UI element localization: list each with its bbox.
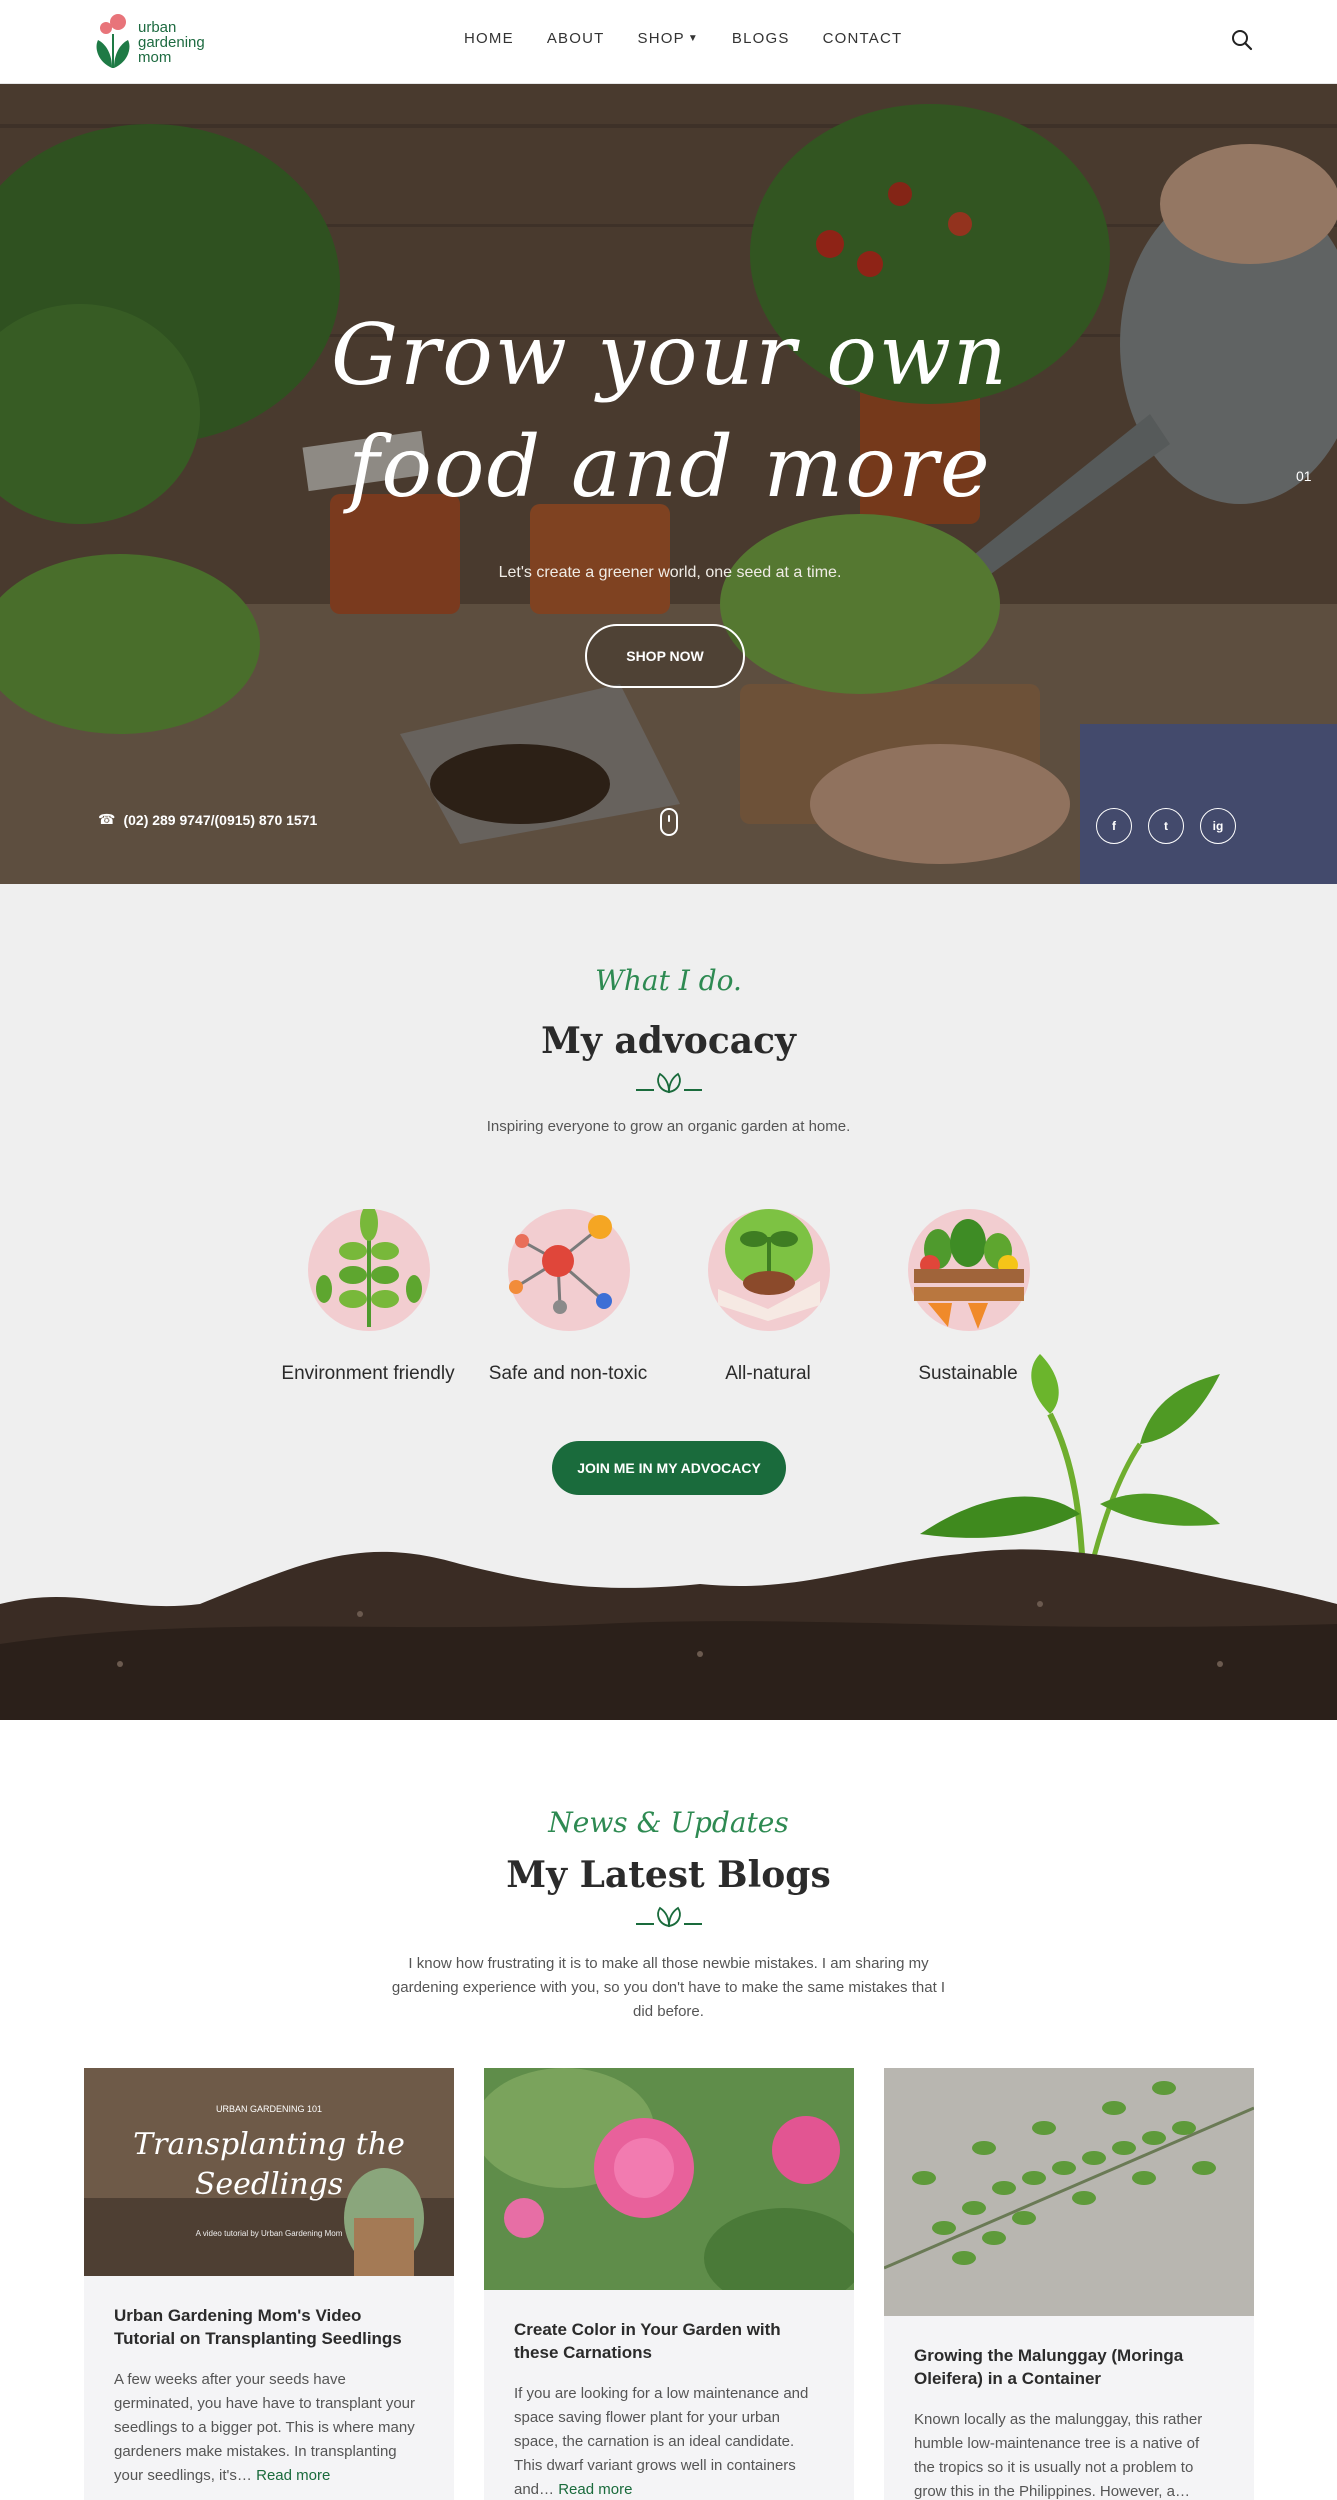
read-more-link[interactable]: Read more — [256, 2467, 330, 2484]
blogs-script-heading: News & Updates — [548, 1806, 789, 1839]
blog-excerpt: Known locally as the malunggay, this rat… — [914, 2408, 1224, 2500]
advocacy-label-safe: Safe and non-toxic — [488, 1363, 648, 1384]
phone-number: (02) 289 9747/(0915) 870 1571 — [123, 811, 318, 828]
leaf-divider-icon — [636, 1906, 702, 1928]
advocacy-section: What I do. My advocacy Inspiring everyon… — [0, 884, 1337, 1720]
slide-number[interactable]: 01 — [1296, 468, 1312, 484]
blog-image-seedlings[interactable]: URBAN GARDENING 101 Transplanting the Se… — [84, 2068, 454, 2276]
advocacy-lead: Inspiring everyone to grow an organic ga… — [486, 1118, 851, 1135]
shop-now-button[interactable]: SHOP NOW — [585, 624, 745, 688]
hero-title-line2: food and more — [348, 418, 992, 516]
logo-wordmark: urban gardening mom — [138, 19, 205, 66]
top-navbar: urban gardening mom HOME ABOUT SHOP ▼ BLO… — [0, 0, 1337, 84]
blog-image-caption: A video tutorial by Urban Gardening Mom — [196, 2229, 343, 2238]
blog-excerpt-text: Known locally as the malunggay, this rat… — [914, 2411, 1203, 2500]
blog-image-overline: URBAN GARDENING 101 — [216, 2104, 322, 2114]
blogs-lead: I know how frustrating it is to make all… — [391, 1955, 946, 2020]
leaf-divider-icon — [636, 1072, 702, 1094]
join-advocacy-button[interactable]: JOIN ME IN MY ADVOCACY — [552, 1441, 786, 1495]
nav-blogs[interactable]: BLOGS — [732, 30, 790, 47]
advocacy-script-heading: What I do. — [595, 964, 742, 997]
blog-excerpt: A few weeks after your seeds have germin… — [114, 2368, 424, 2488]
nav-about[interactable]: ABOUT — [547, 30, 605, 47]
blog-excerpt: If you are looking for a low maintenance… — [514, 2382, 824, 2500]
social-links: f t ig — [1096, 808, 1236, 844]
advocacy-title: My advocacy — [541, 1020, 796, 1062]
blog-title[interactable]: Create Color in Your Garden with these C… — [514, 2318, 824, 2364]
hero-title: Grow your own food and more — [330, 299, 1010, 523]
plant-icon — [308, 1205, 430, 1331]
advocacy-label-natural: All-natural — [725, 1363, 811, 1384]
blogs-title: My Latest Blogs — [506, 1854, 831, 1896]
twitter-icon[interactable]: t — [1148, 808, 1184, 844]
site-logo[interactable]: urban gardening mom — [92, 12, 222, 72]
nav-shop-label: SHOP — [637, 30, 685, 47]
main-menu: HOME ABOUT SHOP ▼ BLOGS CONTACT — [464, 30, 935, 47]
soil-image — [0, 1549, 1337, 1720]
phone-icon: ☎ — [98, 811, 116, 827]
nav-shop[interactable]: SHOP ▼ — [638, 30, 699, 47]
hero-title-line1: Grow your own — [331, 306, 1009, 404]
hero-subtitle: Let's create a greener world, one seed a… — [498, 564, 842, 581]
blog-card-carnations[interactable]: Create Color in Your Garden with these C… — [484, 2068, 854, 2500]
instagram-icon[interactable]: ig — [1200, 808, 1236, 844]
molecule-icon — [508, 1209, 630, 1331]
hero-slider: Grow your own food and more Let's create… — [0, 84, 1337, 884]
chevron-down-icon: ▼ — [687, 33, 699, 44]
facebook-icon[interactable]: f — [1096, 808, 1132, 844]
blog-title[interactable]: Growing the Malunggay (Moringa Oleifera)… — [914, 2344, 1224, 2390]
blog-image-title-line1: Transplanting the — [133, 2127, 405, 2162]
blog-image-title-line2: Seedlings — [195, 2167, 343, 2202]
tulip-logo-icon — [96, 14, 130, 68]
scroll-down-mouse-icon[interactable] — [660, 808, 678, 836]
nav-contact[interactable]: CONTACT — [823, 30, 903, 47]
nav-home[interactable]: HOME — [464, 30, 514, 47]
seedling-hand-icon — [708, 1209, 830, 1331]
blog-title[interactable]: Urban Gardening Mom's Video Tutorial on … — [114, 2304, 424, 2350]
read-more-link[interactable]: Read more — [558, 2481, 632, 2498]
contact-phone[interactable]: ☎ (02) 289 9747/(0915) 870 1571 — [98, 811, 317, 828]
search-icon[interactable] — [1230, 28, 1254, 52]
blog-card-transplanting[interactable]: URBAN GARDENING 101 Transplanting the Se… — [84, 2068, 454, 2500]
blog-image-carnations[interactable] — [484, 2068, 854, 2290]
vegetable-crate-icon — [908, 1209, 1030, 1331]
advocacy-label-environment: Environment friendly — [281, 1363, 455, 1384]
blog-card-malunggay[interactable]: Growing the Malunggay (Moringa Oleifera)… — [884, 2068, 1254, 2500]
blog-image-malunggay[interactable] — [884, 2068, 1254, 2316]
